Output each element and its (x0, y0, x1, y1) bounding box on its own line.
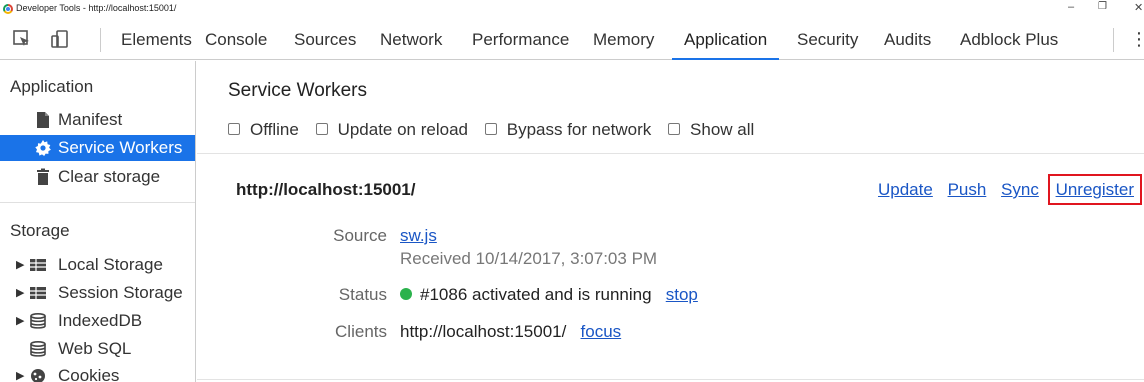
source-label: Source (333, 226, 387, 245)
tab-adblock-plus[interactable]: Adblock Plus (960, 20, 1058, 60)
update-on-reload-checkbox[interactable] (315, 123, 328, 135)
restore-button[interactable]: ❐ (1098, 1, 1107, 12)
sidebar-item-service-workers[interactable]: Service Workers (0, 135, 195, 161)
tab-separator (100, 28, 101, 52)
close-button[interactable]: ✕ (1134, 1, 1143, 14)
update-link[interactable]: Update (878, 180, 933, 199)
stop-link[interactable]: stop (666, 285, 698, 304)
document-icon (37, 112, 49, 128)
status-value: #1086 activated and is running stop (400, 285, 698, 305)
cookie-icon (31, 369, 45, 382)
client-url: http://localhost:15001/ (400, 322, 567, 341)
section-divider (197, 153, 1144, 154)
tab-elements[interactable]: Elements (121, 20, 192, 60)
tab-performance[interactable]: Performance (472, 20, 569, 60)
service-worker-options: Offline Update on reload Bypass for netw… (228, 120, 766, 140)
devtools-tabbar: Elements Console Sources Network Perform… (0, 20, 1144, 60)
window-title: Developer Tools - http://localhost:15001… (16, 3, 177, 13)
source-file[interactable]: sw.js (400, 226, 437, 245)
show-all-option[interactable]: Show all (668, 120, 754, 140)
show-all-checkbox[interactable] (668, 123, 681, 135)
window-titlebar: Developer Tools - http://localhost:15001… (0, 0, 1144, 20)
expand-triangle-icon[interactable]: ▶ (16, 252, 24, 278)
tab-application[interactable]: Application (671, 20, 780, 60)
option-label: Show all (690, 120, 755, 139)
sidebar-item-session-storage[interactable]: ▶ Session Storage (0, 280, 195, 306)
sidebar-item-label: Cookies (58, 366, 120, 382)
focus-link[interactable]: focus (581, 322, 622, 341)
tab-separator (1113, 28, 1114, 52)
expand-triangle-icon[interactable]: ▶ (16, 363, 24, 382)
database-icon (30, 341, 46, 357)
sidebar-section-storage: Storage (10, 221, 70, 240)
sidebar-item-label: Clear storage (58, 167, 161, 186)
bypass-for-network-checkbox[interactable] (484, 123, 497, 135)
more-options-icon[interactable]: ⋮ (1130, 29, 1144, 49)
device-toolbar-icon[interactable] (50, 29, 70, 49)
application-sidebar: Application Manifest Service Workers Cle… (0, 61, 196, 382)
sidebar-item-label: Session Storage (58, 283, 183, 302)
unregister-link[interactable]: Unregister (1047, 174, 1143, 205)
section-divider (197, 379, 1144, 380)
service-workers-panel: Service Workers Offline Update on reload… (197, 61, 1144, 382)
chrome-icon (3, 4, 13, 14)
source-file-link[interactable]: sw.js (400, 226, 437, 246)
option-label: Update on reload (337, 120, 468, 139)
bypass-for-network-option[interactable]: Bypass for network (484, 120, 652, 140)
inspect-element-icon[interactable] (12, 29, 32, 49)
sidebar-item-cookies[interactable]: ▶ Cookies (0, 363, 195, 382)
worker-actions: Update Push Sync Unregister (868, 174, 1143, 205)
tab-memory[interactable]: Memory (593, 20, 654, 60)
offline-checkbox[interactable] (228, 123, 240, 135)
tab-network[interactable]: Network (380, 20, 442, 60)
sidebar-item-label: Service Workers (58, 138, 183, 157)
gear-icon (35, 140, 51, 156)
sidebar-item-label: Local Storage (58, 255, 163, 274)
sidebar-item-web-sql[interactable]: Web SQL (0, 336, 195, 362)
sidebar-item-manifest[interactable]: Manifest (0, 107, 195, 133)
grid-icon (30, 259, 46, 271)
database-icon (30, 313, 46, 329)
page-title: Service Workers (228, 80, 368, 101)
tab-console[interactable]: Console (205, 20, 267, 60)
clients-label: Clients (335, 322, 387, 341)
trash-icon (37, 168, 49, 185)
sidebar-item-label: Web SQL (58, 339, 132, 358)
option-label: Offline (250, 120, 299, 139)
sidebar-item-label: IndexedDB (58, 311, 143, 330)
sidebar-item-clear-storage[interactable]: Clear storage (0, 164, 195, 190)
sync-link[interactable]: Sync (1001, 180, 1039, 199)
status-label: Status (338, 285, 387, 304)
tab-audits[interactable]: Audits (884, 20, 931, 60)
sidebar-item-local-storage[interactable]: ▶ Local Storage (0, 252, 195, 278)
sidebar-item-indexeddb[interactable]: ▶ IndexedDB (0, 308, 195, 334)
sidebar-divider (0, 202, 195, 203)
expand-triangle-icon[interactable]: ▶ (16, 308, 24, 334)
grid-icon (30, 287, 46, 299)
worker-origin: http://localhost:15001/ (236, 180, 416, 199)
option-label: Bypass for network (506, 120, 652, 139)
expand-triangle-icon[interactable]: ▶ (16, 280, 24, 306)
clients-value: http://localhost:15001/ focus (400, 322, 621, 342)
push-link[interactable]: Push (948, 180, 987, 199)
tab-security[interactable]: Security (797, 20, 858, 60)
received-time: Received 10/14/2017, 3:07:03 PM (400, 249, 658, 268)
sidebar-item-label: Manifest (58, 110, 123, 129)
update-on-reload-option[interactable]: Update on reload (315, 120, 468, 140)
status-text: #1086 activated and is running (420, 285, 652, 304)
sidebar-section-application: Application (10, 77, 94, 96)
offline-option[interactable]: Offline (228, 120, 299, 140)
tab-sources[interactable]: Sources (294, 20, 356, 60)
minimize-button[interactable]: – (1068, 1, 1074, 13)
status-running-icon (400, 288, 412, 300)
